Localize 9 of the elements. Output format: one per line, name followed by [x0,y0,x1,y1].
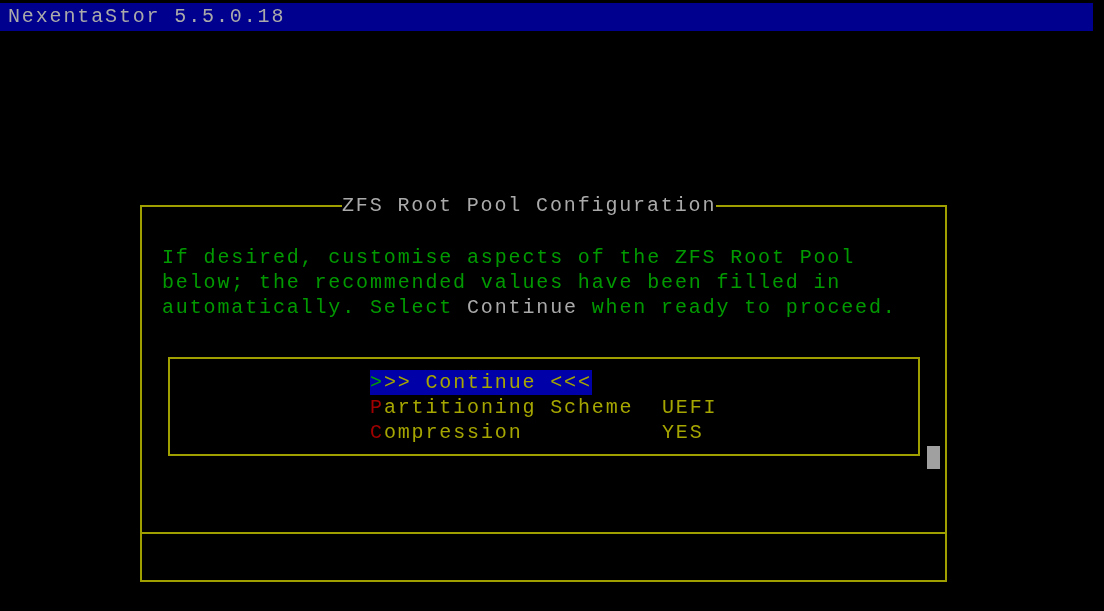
menu-item[interactable]: Partitioning Scheme [370,395,634,420]
option-value: YES [662,420,704,445]
menu-item[interactable]: Compression [370,420,523,445]
scrollbar-thumb[interactable] [927,446,940,469]
dialog-title: ZFS Root Pool Configuration [342,193,717,218]
option-value: UEFI [662,395,718,420]
app-title: NexentaStor 5.5.0.18 [8,5,286,28]
menu-item[interactable]: >>> Continue <<< [370,370,592,395]
instruction-text: If desired, customise aspects of the ZFS Root Pool below; the recommended values have been filled in automatically. Select Continue when ready to proceed. [161,245,898,320]
